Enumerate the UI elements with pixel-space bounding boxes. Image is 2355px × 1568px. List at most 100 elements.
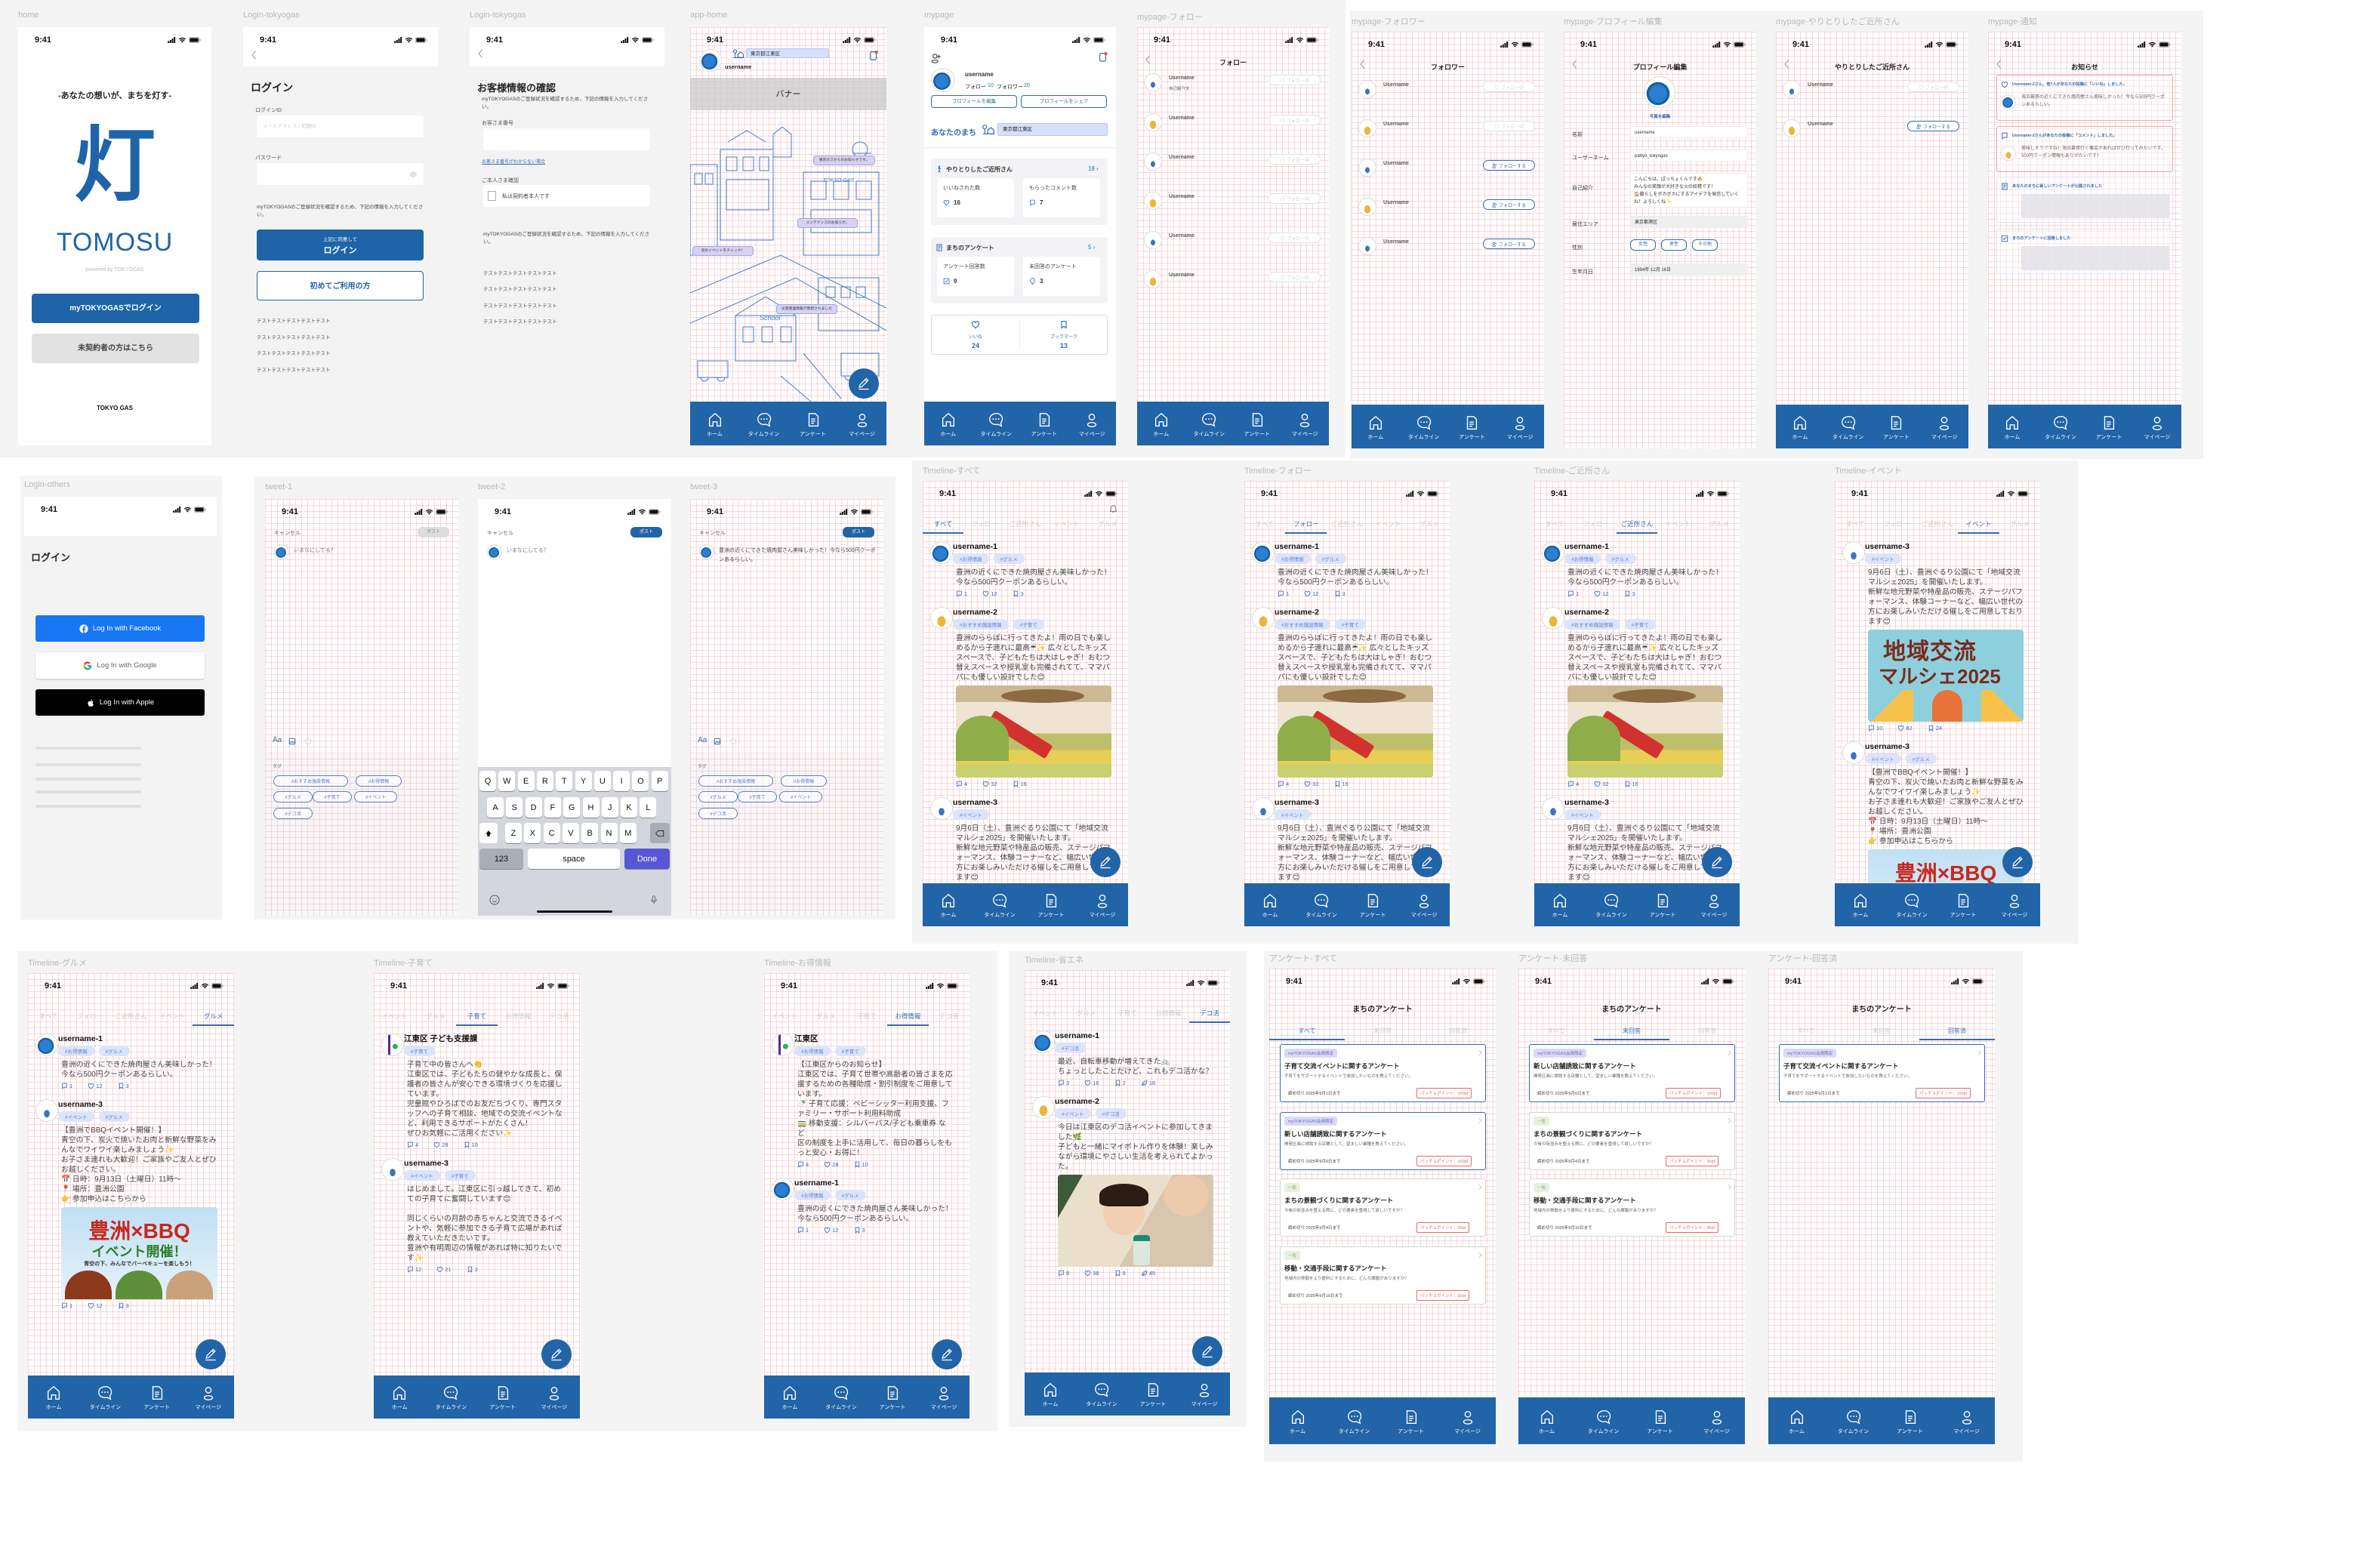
- facebook-login-button[interactable]: Log In with Facebook: [35, 615, 205, 642]
- key-p[interactable]: P: [651, 771, 668, 791]
- microphone-icon[interactable]: [649, 894, 659, 906]
- likes-button[interactable]: いいね 24: [932, 316, 1019, 356]
- tab[interactable]: イベント: [152, 1009, 193, 1026]
- key-l[interactable]: L: [640, 797, 657, 818]
- tag-chip[interactable]: #お得情報: [1275, 553, 1311, 564]
- tab[interactable]: お得情報: [498, 1009, 539, 1026]
- like-button[interactable]: 38: [1084, 1270, 1099, 1277]
- following-button[interactable]: フォロー中: [1268, 75, 1321, 85]
- tag-chip[interactable]: #おすすめ施設情報: [953, 619, 1009, 630]
- post-username[interactable]: username-1: [1055, 1030, 1213, 1041]
- nav-item-home[interactable]: ホーム: [1518, 1409, 1575, 1435]
- tag-chip[interactable]: #子育て: [834, 1046, 866, 1056]
- user-name[interactable]: Username: [1169, 273, 1194, 278]
- bio-textarea[interactable]: こんにちは、ぱっちょくんです🔥 みんなの笑顔が大好きな火の妖精です！ 🏠暮らしを…: [1630, 173, 1748, 208]
- compose-button[interactable]: [196, 1339, 226, 1369]
- survey-card[interactable]: 一般 まちの景観づくりに関するアンケート 今後の街並みを整える際に、どの要素を重視し…: [1280, 1178, 1486, 1237]
- nav-item-doc[interactable]: アンケート: [1448, 414, 1497, 441]
- like-button[interactable]: 32: [1594, 781, 1609, 787]
- tag-chip[interactable]: #子育て: [404, 1046, 436, 1056]
- post-username[interactable]: username-1: [953, 541, 1111, 552]
- key-f[interactable]: F: [544, 797, 561, 818]
- nav-item-chat[interactable]: タイムライン: [1575, 1409, 1632, 1435]
- cancel-button[interactable]: キャンセル: [274, 529, 301, 537]
- post-input[interactable]: いまなにしてる？: [507, 547, 665, 556]
- nav-item-doc[interactable]: アンケート: [788, 411, 837, 438]
- nav-item-home[interactable]: ホーム: [1244, 892, 1296, 919]
- bookmark-button[interactable]: 3: [118, 1302, 129, 1309]
- nav-item-person[interactable]: マイページ: [529, 1385, 580, 1411]
- tab[interactable]: フォロー: [1285, 517, 1327, 534]
- deco-action-button[interactable]: 45: [1141, 1270, 1155, 1277]
- survey-card[interactable]: myTOKYOGAS会員限定 新しい店舗誘致に関するアンケート 開発区画に誘致する店…: [1280, 1112, 1486, 1170]
- follower-count[interactable]: 20: [1024, 83, 1030, 88]
- nav-item-person[interactable]: マイページ: [1688, 892, 1740, 919]
- tab[interactable]: 未回答: [1345, 1024, 1420, 1040]
- bookmark-button[interactable]: 9: [1114, 1270, 1126, 1277]
- tag-chip[interactable]: #おすすめ施設情報: [1564, 619, 1620, 630]
- speech-bubble[interactable]: メンテナンスのお知らせ。: [797, 218, 858, 228]
- survey-card[interactable]: myTOKYOGAS会員限定 子育て交流イベントに関するアンケート 子育てをサポート…: [1779, 1044, 1985, 1102]
- nav-item-doc[interactable]: アンケート: [867, 1385, 918, 1411]
- tab[interactable]: すべて: [1835, 517, 1876, 534]
- tag-chip[interactable]: #子育て: [444, 1170, 476, 1181]
- tag-option[interactable]: #グルメ: [273, 791, 313, 802]
- tag-option[interactable]: #お得情報: [781, 775, 827, 787]
- tag-chip[interactable]: #グルメ: [98, 1111, 130, 1122]
- text-format-button[interactable]: Aa: [698, 736, 707, 744]
- tab[interactable]: イベント: [1958, 517, 1999, 534]
- nav-item-doc[interactable]: アンケート: [1382, 1409, 1439, 1435]
- survey-card[interactable]: 一般 まちの景観づくりに関するアンケート 今後の街並みを整える際に、どの要素を重視し…: [1529, 1112, 1735, 1170]
- key-h[interactable]: H: [582, 797, 600, 818]
- bookmark-button[interactable]: 3: [854, 1227, 865, 1234]
- backspace-key[interactable]: [650, 823, 670, 843]
- image-upload-icon[interactable]: [288, 738, 296, 745]
- bookmarks-button[interactable]: ブックマーク 13: [1020, 316, 1108, 356]
- post-username[interactable]: username-1: [794, 1178, 953, 1188]
- tag-chip[interactable]: #お得情報: [58, 1046, 94, 1056]
- tag-chip[interactable]: #グルメ: [834, 1190, 866, 1200]
- follower-label[interactable]: フォロワー: [997, 83, 1023, 91]
- bookmark-button[interactable]: 10: [464, 1141, 478, 1148]
- key-n[interactable]: N: [600, 823, 618, 843]
- nav-item-home[interactable]: ホーム: [1352, 414, 1400, 441]
- user-name[interactable]: Username: [1169, 155, 1194, 160]
- tag-chip[interactable]: #グルメ: [1905, 753, 1937, 764]
- key-e[interactable]: E: [517, 771, 535, 791]
- select-field[interactable]: 1994年 12月 16日: [1630, 263, 1748, 276]
- tab[interactable]: グルメ: [193, 1009, 234, 1026]
- follow-label[interactable]: フォロー: [965, 83, 986, 91]
- comment-button[interactable]: 12: [407, 1266, 421, 1273]
- user-name[interactable]: Username: [1169, 75, 1194, 81]
- bookmark-button[interactable]: 16: [1334, 781, 1349, 787]
- stats-card[interactable]: やりとりしたご近所さん 18 › いいねされた数 16 もらったコメント数 7: [931, 159, 1108, 225]
- tab[interactable]: 未回答: [1844, 1024, 1919, 1040]
- key-r[interactable]: R: [536, 771, 553, 791]
- follow-count[interactable]: 10: [988, 83, 994, 88]
- bookmark-button[interactable]: 3: [1334, 590, 1345, 597]
- notification-icon[interactable]: [1098, 51, 1108, 62]
- following-button[interactable]: フォロー中: [1268, 233, 1321, 243]
- tag-chip[interactable]: #イベント: [1865, 553, 1901, 564]
- post-username[interactable]: username-2: [1275, 607, 1433, 618]
- survey-card[interactable]: 一般 移動・交通手段に関するアンケート 地域内の移動をより便利にするために、どんな課…: [1529, 1178, 1735, 1237]
- compose-button[interactable]: [2002, 847, 2033, 877]
- key-b[interactable]: B: [581, 823, 599, 843]
- like-button[interactable]: 32: [1304, 781, 1319, 787]
- tab[interactable]: すべて: [1768, 1024, 1844, 1040]
- user-name[interactable]: Username: [1383, 82, 1409, 88]
- area-chip[interactable]: 東京都江東区: [746, 48, 829, 58]
- nav-item-doc[interactable]: アンケート: [1873, 414, 1921, 441]
- emoji-icon[interactable]: [489, 894, 501, 906]
- comment-button[interactable]: 4: [797, 1161, 809, 1168]
- nav-item-person[interactable]: マイページ: [1398, 892, 1450, 919]
- nav-item-home[interactable]: ホーム: [923, 892, 974, 919]
- tab[interactable]: すべて: [1244, 517, 1285, 534]
- nav-item-person[interactable]: マイページ: [1688, 1409, 1745, 1435]
- tag-option[interactable]: #子育て: [738, 791, 777, 802]
- bookmark-button[interactable]: 3: [1624, 590, 1635, 597]
- compose-button[interactable]: [932, 1339, 962, 1369]
- tab[interactable]: ご近所さん: [1616, 517, 1658, 534]
- tab[interactable]: すべて: [1534, 517, 1575, 534]
- tag-chip[interactable]: #お得情報: [794, 1046, 831, 1056]
